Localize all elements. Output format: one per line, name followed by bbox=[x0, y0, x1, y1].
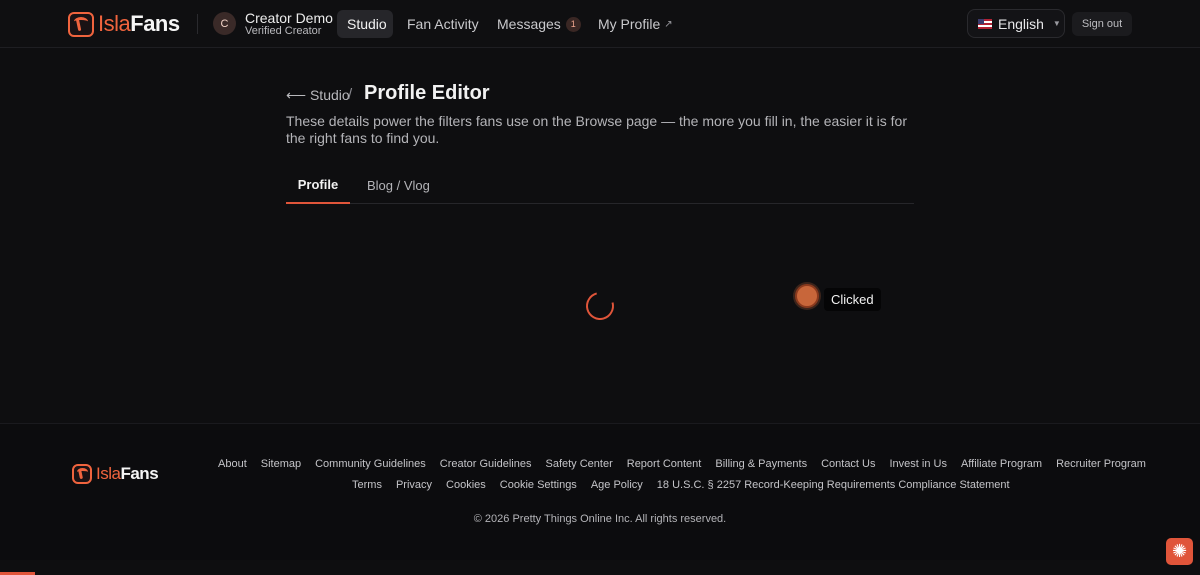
footer-links-row-2: Terms Privacy Cookies Cookie Settings Ag… bbox=[352, 479, 1010, 491]
footer-link-safety-center[interactable]: Safety Center bbox=[545, 458, 612, 470]
footer-link-creator-guidelines[interactable]: Creator Guidelines bbox=[440, 458, 532, 470]
footer-link-cookies[interactable]: Cookies bbox=[446, 479, 486, 491]
footer-link-2257-statement[interactable]: 18 U.S.C. § 2257 Record-Keeping Requirem… bbox=[657, 479, 1010, 491]
breadcrumb-separator: / bbox=[348, 86, 353, 103]
brand-logo[interactable]: IslaFans bbox=[68, 11, 180, 37]
footer-link-age-policy[interactable]: Age Policy bbox=[591, 479, 643, 491]
sparkle-icon: ✺ bbox=[1171, 541, 1188, 561]
sparkle-assistant-button[interactable]: ✺ bbox=[1166, 538, 1193, 565]
user-avatar[interactable]: C bbox=[213, 12, 236, 35]
footer-link-recruiter[interactable]: Recruiter Program bbox=[1056, 458, 1146, 470]
footer-link-contact[interactable]: Contact Us bbox=[821, 458, 875, 470]
user-name: Creator Demo bbox=[245, 10, 333, 26]
breadcrumb-back-studio[interactable]: ⟵ Studio bbox=[286, 87, 350, 104]
footer-links-row-1: About Sitemap Community Guidelines Creat… bbox=[218, 458, 1146, 470]
chevron-down-icon: ▼ bbox=[1052, 19, 1061, 28]
palm-tree-logo-icon bbox=[68, 11, 94, 37]
click-indicator-label: Clicked bbox=[824, 288, 881, 311]
footer-link-about[interactable]: About bbox=[218, 458, 247, 470]
user-role: Verified Creator bbox=[245, 25, 322, 37]
palm-tree-logo-icon bbox=[72, 464, 92, 484]
footer-link-terms[interactable]: Terms bbox=[352, 479, 382, 491]
footer-wordmark: IslaFans bbox=[96, 464, 159, 483]
footer-link-community-guidelines[interactable]: Community Guidelines bbox=[315, 458, 426, 470]
header-divider bbox=[197, 14, 198, 34]
editor-tabs: Profile Blog / Vlog bbox=[286, 166, 914, 204]
nav-fan-activity[interactable]: Fan Activity bbox=[397, 10, 489, 38]
footer-link-report-content[interactable]: Report Content bbox=[627, 458, 702, 470]
top-navigation-bar: IslaFans C Creator Demo Verified Creator… bbox=[0, 0, 1200, 48]
footer-link-sitemap[interactable]: Sitemap bbox=[261, 458, 301, 470]
nav-studio[interactable]: Studio bbox=[337, 10, 393, 38]
site-footer: IslaFans About Sitemap Community Guideli… bbox=[0, 423, 1200, 560]
copyright-text: © 2026 Pretty Things Online Inc. All rig… bbox=[473, 513, 727, 525]
footer-link-affiliate[interactable]: Affiliate Program bbox=[961, 458, 1042, 470]
us-flag-icon bbox=[978, 18, 992, 29]
external-link-icon: ↗ bbox=[664, 18, 673, 30]
tab-profile[interactable]: Profile bbox=[286, 166, 350, 204]
language-selector[interactable]: English ▼ bbox=[967, 9, 1065, 38]
messages-count-badge: 1 bbox=[565, 16, 581, 32]
page-description: These details power the filters fans use… bbox=[286, 113, 907, 146]
tab-blog-vlog[interactable]: Blog / Vlog bbox=[367, 166, 430, 204]
footer-link-privacy[interactable]: Privacy bbox=[396, 479, 432, 491]
page-title: Profile Editor bbox=[364, 82, 490, 104]
footer-link-invest[interactable]: Invest in Us bbox=[890, 458, 947, 470]
language-label: English bbox=[998, 15, 1044, 32]
footer-link-cookie-settings[interactable]: Cookie Settings bbox=[500, 479, 577, 491]
brand-wordmark: IslaFans bbox=[98, 11, 180, 36]
nav-messages[interactable]: Messages 1 bbox=[487, 10, 591, 38]
sign-out-button[interactable]: Sign out bbox=[1072, 12, 1132, 36]
click-indicator-dot bbox=[795, 284, 819, 308]
nav-my-profile[interactable]: My Profile ↗ bbox=[588, 10, 683, 38]
footer-logo[interactable]: IslaFans bbox=[72, 464, 159, 484]
loading-spinner-icon bbox=[580, 286, 620, 326]
footer-link-billing[interactable]: Billing & Payments bbox=[715, 458, 807, 470]
